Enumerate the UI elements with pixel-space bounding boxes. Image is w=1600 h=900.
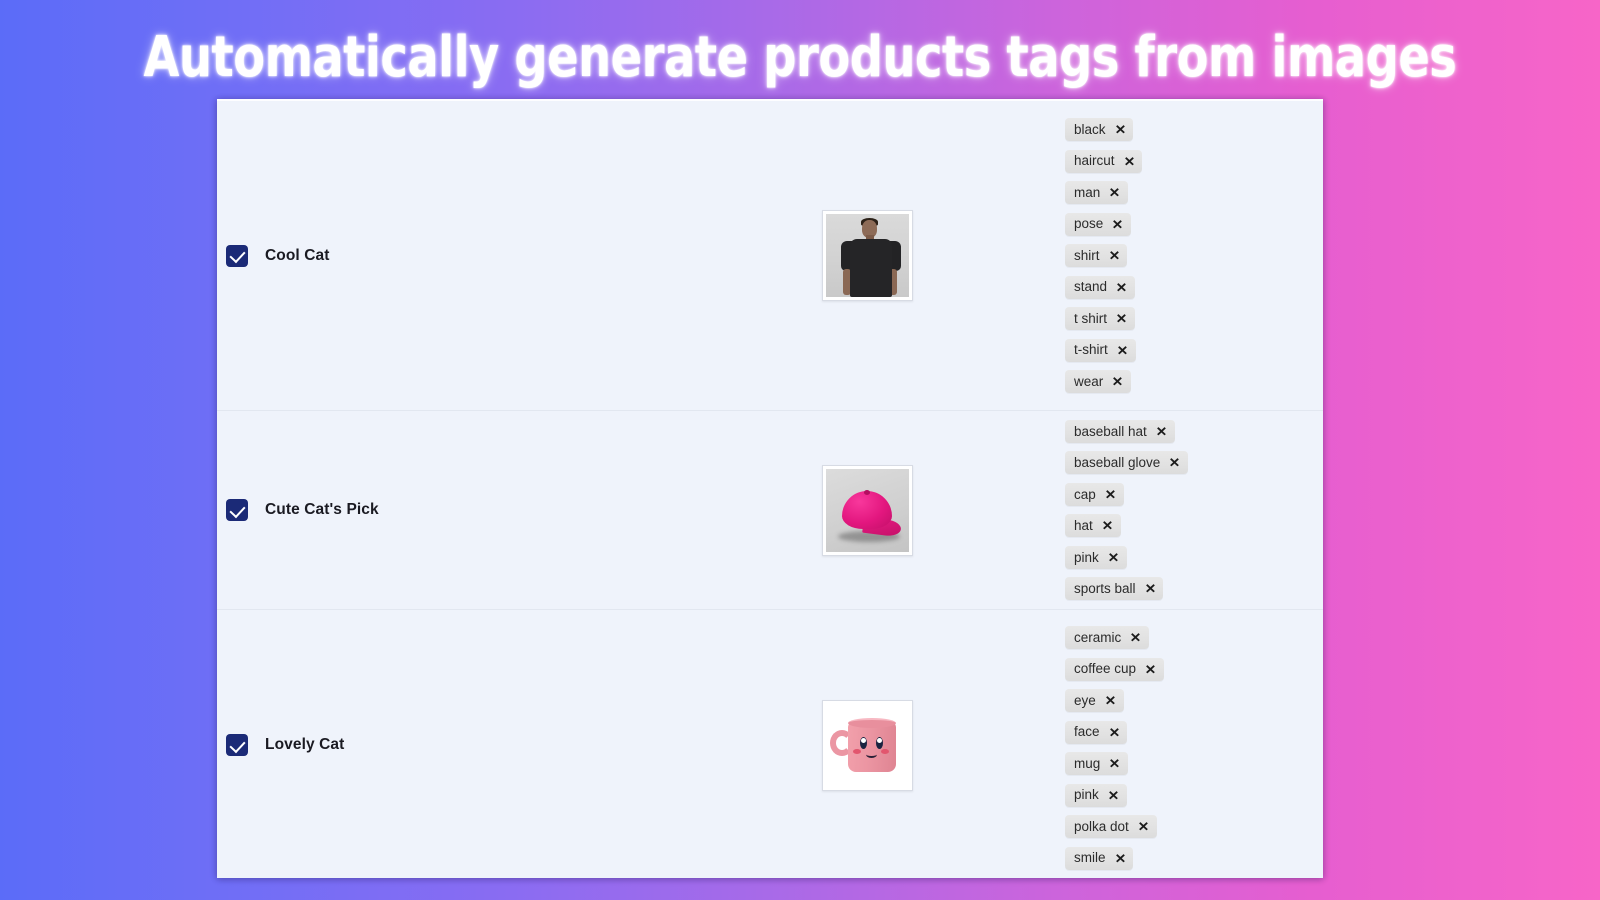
- tag-chip[interactable]: coffee cup ✕: [1065, 657, 1164, 681]
- tag-label: pose: [1074, 216, 1104, 232]
- product-checkbox[interactable]: [226, 734, 248, 756]
- close-icon[interactable]: ✕: [1156, 425, 1167, 438]
- product-row: Lovely Cat ceramic ✕ coffee cup ✕ eye ✕ …: [217, 610, 1323, 878]
- close-icon[interactable]: ✕: [1123, 155, 1134, 168]
- tag-label: cap: [1074, 486, 1096, 502]
- tag-label: shirt: [1074, 247, 1100, 263]
- tag-chip[interactable]: baseball hat ✕: [1065, 419, 1175, 443]
- close-icon[interactable]: ✕: [1109, 186, 1120, 199]
- product-checkbox[interactable]: [226, 244, 248, 267]
- tshirt-photo-icon: [825, 214, 909, 297]
- close-icon[interactable]: ✕: [1169, 456, 1180, 469]
- product-row: Cute Cat's Pick baseball hat ✕ baseball …: [217, 411, 1323, 610]
- tag-label: hat: [1074, 518, 1093, 533]
- product-image-cell: [687, 699, 1047, 791]
- tag-list: ceramic ✕ coffee cup ✕ eye ✕ face ✕ mug …: [1065, 626, 1313, 870]
- close-icon[interactable]: ✕: [1116, 312, 1127, 325]
- tag-label: ceramic: [1074, 629, 1122, 645]
- tag-label: pink: [1074, 549, 1099, 565]
- close-icon[interactable]: ✕: [1114, 852, 1125, 865]
- tag-chip[interactable]: haircut ✕: [1065, 149, 1143, 173]
- tag-chip[interactable]: eye ✕: [1065, 689, 1124, 712]
- product-name: Cute Cat's Pick: [265, 501, 379, 518]
- tag-chip[interactable]: mug ✕: [1065, 752, 1129, 775]
- tag-chip[interactable]: pink ✕: [1065, 783, 1127, 807]
- close-icon[interactable]: ✕: [1130, 631, 1141, 644]
- product-name: Cool Cat: [265, 246, 330, 264]
- tag-list: black ✕ haircut ✕ man ✕ pose ✕ shirt ✕ s…: [1065, 118, 1313, 393]
- products-list: Cool Cat black ✕ haircut ✕ man ✕ pose ✕ …: [217, 101, 1323, 878]
- close-icon[interactable]: ✕: [1105, 488, 1116, 501]
- close-icon[interactable]: ✕: [1102, 519, 1113, 532]
- tag-chip[interactable]: face ✕: [1065, 720, 1128, 744]
- product-select-cell: Lovely Cat: [217, 734, 687, 756]
- tag-label: t-shirt: [1074, 342, 1108, 358]
- close-icon[interactable]: ✕: [1109, 757, 1120, 770]
- product-thumbnail[interactable]: [821, 210, 913, 301]
- tag-label: sports ball: [1074, 581, 1136, 596]
- product-tags-cell: baseball hat ✕ baseball glove ✕ cap ✕ ha…: [1047, 411, 1323, 609]
- close-icon[interactable]: ✕: [1108, 249, 1119, 262]
- product-select-cell: Cool Cat: [217, 244, 687, 267]
- tag-label: baseball glove: [1074, 455, 1161, 470]
- product-image-cell: [687, 210, 1047, 301]
- product-thumbnail[interactable]: [821, 464, 913, 556]
- tag-label: eye: [1074, 692, 1096, 708]
- tag-label: wear: [1074, 373, 1104, 389]
- product-checkbox[interactable]: [226, 499, 248, 521]
- close-icon[interactable]: ✕: [1107, 551, 1118, 564]
- tag-label: man: [1074, 184, 1101, 200]
- tag-chip[interactable]: man ✕: [1065, 181, 1129, 204]
- mug-photo-icon: [825, 703, 909, 787]
- tag-chip[interactable]: baseball glove ✕: [1065, 451, 1189, 475]
- close-icon[interactable]: ✕: [1116, 344, 1127, 357]
- tag-chip[interactable]: black ✕: [1065, 118, 1134, 141]
- tag-chip[interactable]: pink ✕: [1065, 545, 1127, 569]
- product-select-cell: Cute Cat's Pick: [217, 499, 687, 521]
- tag-chip[interactable]: t-shirt ✕: [1065, 338, 1136, 362]
- tag-chip[interactable]: pose ✕: [1065, 212, 1132, 236]
- product-name: Lovely Cat: [265, 736, 345, 753]
- tag-label: smile: [1074, 850, 1106, 866]
- tag-chip[interactable]: ceramic ✕: [1065, 626, 1150, 649]
- close-icon[interactable]: ✕: [1144, 582, 1155, 595]
- close-icon[interactable]: ✕: [1107, 789, 1118, 802]
- close-icon[interactable]: ✕: [1116, 281, 1127, 294]
- tag-label: haircut: [1074, 153, 1115, 169]
- tag-chip[interactable]: wear ✕: [1065, 370, 1132, 393]
- tag-chip[interactable]: polka dot ✕: [1065, 815, 1157, 838]
- tag-list: baseball hat ✕ baseball glove ✕ cap ✕ ha…: [1065, 419, 1313, 601]
- close-icon[interactable]: ✕: [1145, 663, 1156, 676]
- tag-chip[interactable]: cap ✕: [1065, 482, 1124, 506]
- tag-label: t shirt: [1074, 310, 1108, 326]
- tag-label: stand: [1074, 279, 1108, 295]
- tag-label: polka dot: [1074, 818, 1129, 834]
- product-tags-cell: ceramic ✕ coffee cup ✕ eye ✕ face ✕ mug …: [1047, 610, 1323, 878]
- products-panel: Cool Cat black ✕ haircut ✕ man ✕ pose ✕ …: [217, 99, 1323, 878]
- tag-label: face: [1074, 724, 1100, 740]
- tag-label: coffee cup: [1074, 661, 1137, 677]
- product-thumbnail[interactable]: [821, 699, 913, 791]
- tag-chip[interactable]: t shirt ✕: [1065, 307, 1135, 330]
- product-row: Cool Cat black ✕ haircut ✕ man ✕ pose ✕ …: [217, 101, 1323, 411]
- tag-chip[interactable]: sports ball ✕: [1065, 577, 1164, 601]
- close-icon[interactable]: ✕: [1114, 123, 1125, 136]
- page-title: Automatically generate products tags fro…: [143, 25, 1457, 90]
- close-icon[interactable]: ✕: [1108, 726, 1119, 739]
- tag-label: mug: [1074, 755, 1101, 771]
- product-image-cell: [687, 464, 1047, 556]
- product-tags-cell: black ✕ haircut ✕ man ✕ pose ✕ shirt ✕ s…: [1047, 101, 1323, 410]
- tag-chip[interactable]: hat ✕: [1065, 514, 1121, 538]
- close-icon[interactable]: ✕: [1138, 820, 1149, 833]
- tag-chip[interactable]: stand ✕: [1065, 275, 1135, 299]
- tag-chip[interactable]: shirt ✕: [1065, 244, 1128, 267]
- cap-photo-icon: [825, 468, 909, 552]
- close-icon[interactable]: ✕: [1112, 218, 1123, 231]
- close-icon[interactable]: ✕: [1112, 375, 1123, 388]
- tag-label: pink: [1074, 787, 1099, 803]
- close-icon[interactable]: ✕: [1105, 694, 1116, 707]
- tag-label: baseball hat: [1074, 423, 1147, 439]
- tag-chip[interactable]: smile ✕: [1065, 846, 1134, 870]
- tag-label: black: [1074, 121, 1106, 137]
